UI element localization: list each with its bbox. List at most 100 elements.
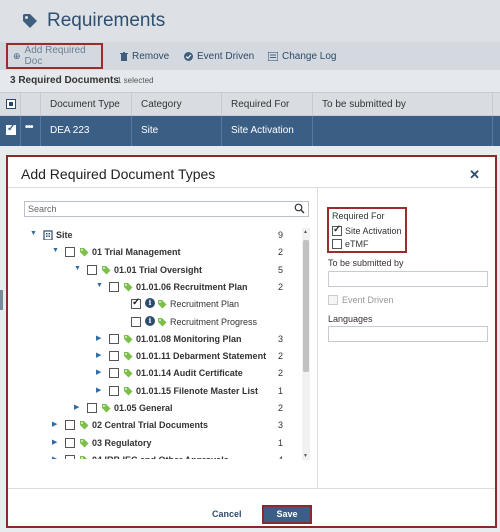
tag-icon xyxy=(102,265,111,275)
tree-node[interactable]: i Recruitment Progress xyxy=(8,314,288,331)
tag-icon xyxy=(80,248,89,257)
submitted-by-input[interactable] xyxy=(328,271,488,287)
info-icon[interactable]: i xyxy=(145,315,155,326)
etmf-checkbox[interactable] xyxy=(332,239,342,249)
cancel-button[interactable]: Cancel xyxy=(212,509,242,519)
toolbar: ⊕ Add Required Doc Remove Event Driven C… xyxy=(0,42,500,70)
tree-scroll-thumb[interactable] xyxy=(303,240,309,372)
tree-node-label: 01 Trial Management xyxy=(92,247,181,258)
tree-node-checkbox[interactable] xyxy=(109,385,119,396)
tree-node-label: 01.01.06 Recruitment Plan xyxy=(136,281,248,292)
tree-node-checkbox[interactable] xyxy=(109,368,119,379)
languages-input[interactable] xyxy=(328,326,488,342)
tree-node[interactable]: ▶ 01.01.14 Audit Certificate 2 xyxy=(8,365,288,382)
plus-circle-icon: ⊕ xyxy=(13,50,21,61)
tree-node[interactable]: ▼ 01 Trial Management 2 xyxy=(8,244,288,261)
add-required-doc-button[interactable]: ⊕ Add Required Doc xyxy=(6,43,103,69)
tree-node[interactable]: ▶ 01.01.08 Monitoring Plan 3 xyxy=(8,331,288,348)
col-category[interactable]: Category xyxy=(141,99,182,110)
tree-scrollbar[interactable]: ▲ ▼ xyxy=(302,228,310,460)
tree-node[interactable]: ▼ Site 9 xyxy=(8,227,288,244)
change-log-label: Change Log xyxy=(282,50,337,62)
row-menu-icon[interactable]: ••• xyxy=(25,122,33,133)
caret-down-icon[interactable]: ▼ xyxy=(30,230,37,237)
info-icon[interactable]: i xyxy=(145,298,155,309)
event-driven-button[interactable]: Event Driven xyxy=(184,42,254,70)
tree-node-checkbox[interactable] xyxy=(109,351,119,362)
search-icon[interactable] xyxy=(294,203,305,214)
cell-category: Site xyxy=(141,125,159,136)
tree-node-checkbox[interactable] xyxy=(109,333,119,344)
tree-node-checkbox[interactable] xyxy=(65,454,75,459)
caret-right-icon[interactable]: ▶ xyxy=(52,420,57,428)
tree-node-checkbox[interactable] xyxy=(65,437,75,448)
tree-node-checkbox[interactable] xyxy=(87,403,97,413)
properties-panel: Required For Site Activation eTMF To be … xyxy=(326,205,496,405)
caret-right-icon[interactable]: ▶ xyxy=(96,351,101,359)
select-all-checkbox[interactable] xyxy=(6,99,16,109)
tree-node-count: 5 xyxy=(277,264,283,275)
caret-right-icon[interactable]: ▶ xyxy=(52,438,57,446)
tree-node-label: 03 Regulatory xyxy=(92,437,152,448)
site-activation-label: Site Activation xyxy=(345,226,402,236)
caret-down-icon[interactable]: ▼ xyxy=(52,247,59,254)
remove-label: Remove xyxy=(132,50,170,62)
tree-node[interactable]: ▶ 01.01.11 Debarment Statement 2 xyxy=(8,348,288,365)
caret-down-icon[interactable]: ▼ xyxy=(74,265,81,272)
tree-node-label: 02 Central Trial Documents xyxy=(92,420,209,431)
tree-panel: ▼ Site 9 ▼ 01 Trial Management 2 ▼ 01.01 Trial … xyxy=(8,188,316,488)
tag-icon xyxy=(124,369,133,378)
required-for-group: Required For Site Activation eTMF xyxy=(327,207,407,253)
tree-node-count: 2 xyxy=(277,351,283,362)
caret-right-icon[interactable]: ▶ xyxy=(74,403,79,411)
etmf-label: eTMF xyxy=(345,239,369,249)
tag-icon xyxy=(124,352,133,361)
tree-node-count: 2 xyxy=(277,247,283,258)
scroll-down-icon[interactable]: ▼ xyxy=(303,453,308,459)
close-icon[interactable]: ✕ xyxy=(469,167,480,183)
cell-document-type: DEA 223 xyxy=(50,125,90,136)
tree-node-label: Recruitment Progress xyxy=(170,316,258,327)
tree-node-count: 2 xyxy=(277,403,283,413)
tree-node[interactable]: ▶ 04 IRB IEC and Other Approvals 4 xyxy=(8,452,288,459)
tree-node-checkbox[interactable] xyxy=(131,316,141,327)
row-checkbox[interactable] xyxy=(6,123,16,135)
event-driven-checkbox xyxy=(328,295,338,305)
add-required-document-dialog: Add Required Document Types ✕ ▼ Site 9 ▼ 01 … xyxy=(6,155,497,528)
caret-right-icon[interactable]: ▶ xyxy=(96,386,101,394)
tree-node[interactable]: ▶ 02 Central Trial Documents 3 xyxy=(8,417,288,434)
add-required-doc-label: Add Required Doc xyxy=(24,45,86,67)
save-button[interactable]: Save xyxy=(262,505,312,524)
col-required-for[interactable]: Required For xyxy=(231,99,289,110)
table-row[interactable]: ••• DEA 223 Site Site Activation xyxy=(0,116,500,146)
tree-node-checkbox[interactable] xyxy=(65,247,75,258)
caret-right-icon[interactable]: ▶ xyxy=(96,368,101,376)
tree-node-checkbox[interactable] xyxy=(131,297,141,310)
page-scroll-handle[interactable] xyxy=(0,290,3,310)
list-icon xyxy=(268,51,278,61)
tree-node-checkbox[interactable] xyxy=(87,264,97,275)
tree-node-checkbox[interactable] xyxy=(65,420,75,431)
tree-node[interactable]: ▶ 03 Regulatory 1 xyxy=(8,435,288,452)
tag-icon xyxy=(158,300,167,309)
search-input[interactable] xyxy=(28,203,288,215)
remove-button[interactable]: Remove xyxy=(120,42,169,70)
tree-node[interactable]: i Recruitment Plan xyxy=(8,296,288,313)
summary-bar: 3 Required Documents 1 selected xyxy=(0,70,500,92)
change-log-button[interactable]: Change Log xyxy=(268,42,337,70)
tree-node-count: 3 xyxy=(277,333,283,344)
tree-node[interactable]: ▶ 01.01.15 Filenote Master List 1 xyxy=(8,383,288,400)
required-for-label: Required For xyxy=(332,211,385,221)
caret-down-icon[interactable]: ▼ xyxy=(96,282,103,289)
caret-right-icon[interactable]: ▶ xyxy=(96,334,101,342)
tree-node[interactable]: ▼ 01.01 Trial Oversight 5 xyxy=(8,262,288,279)
tree-node-checkbox[interactable] xyxy=(109,281,119,292)
scroll-up-icon[interactable]: ▲ xyxy=(303,229,308,235)
caret-right-icon[interactable]: ▶ xyxy=(52,455,57,459)
col-submitted-by[interactable]: To be submitted by xyxy=(322,99,406,110)
tree-node[interactable]: ▶ 01.05 General 2 xyxy=(8,400,288,417)
col-document-type[interactable]: Document Type xyxy=(50,99,120,110)
tree-node[interactable]: ▼ 01.01.06 Recruitment Plan 2 xyxy=(8,279,288,296)
site-activation-checkbox[interactable] xyxy=(332,224,342,236)
tag-icon xyxy=(124,386,133,396)
